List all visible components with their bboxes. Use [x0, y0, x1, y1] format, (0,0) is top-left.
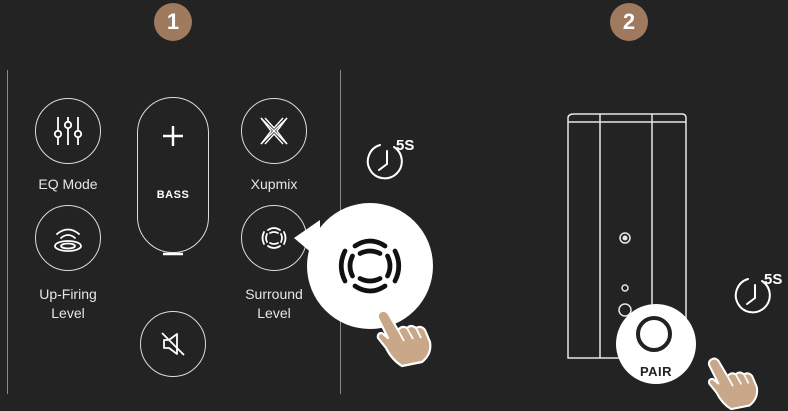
surround-label-line2: Level	[257, 305, 291, 321]
eq-sliders-icon	[53, 117, 83, 145]
eq-mode-button[interactable]	[35, 98, 101, 164]
pair-ring-icon	[636, 316, 672, 352]
step-2-badge: 2	[610, 3, 648, 41]
plus-icon	[163, 126, 183, 146]
xupmix-icon	[260, 117, 288, 145]
timer-step2: 5S	[734, 271, 782, 320]
pointing-hand-icon-2	[707, 357, 759, 411]
upfiring-level-label: Up-Firing Level	[20, 285, 116, 323]
eq-mode-label: EQ Mode	[38, 176, 98, 192]
upfiring-label-line2: Level	[51, 305, 85, 321]
pair-button[interactable]: PAIR	[616, 304, 696, 384]
step-1-badge: 1	[154, 3, 192, 41]
panel-left-divider	[7, 70, 8, 394]
timer-step2-label: 5S	[764, 271, 783, 288]
xupmix-label: Xupmix	[250, 176, 298, 192]
bass-control	[137, 97, 209, 253]
timer-step1: 5S	[366, 137, 414, 186]
upfiring-level-button[interactable]	[35, 205, 101, 271]
bass-plus-button[interactable]	[161, 124, 185, 153]
minus-icon	[163, 252, 183, 256]
pair-label: PAIR	[639, 364, 673, 379]
step-1-number: 1	[166, 9, 180, 34]
upfiring-icon	[54, 228, 82, 252]
step-2-number: 2	[622, 9, 636, 34]
surround-level-label: Surround Level	[226, 285, 322, 323]
mute-icon	[161, 332, 185, 356]
bass-label: BASS	[156, 189, 190, 201]
pointing-hand-icon	[376, 309, 432, 368]
upfiring-label-line1: Up-Firing	[39, 286, 97, 302]
bass-minus-button[interactable]	[161, 244, 185, 269]
timer-step1-label: 5S	[396, 137, 415, 154]
surround-icon	[261, 227, 287, 249]
mute-button[interactable]	[140, 311, 206, 377]
surround-icon-large	[338, 238, 402, 294]
xupmix-button[interactable]	[241, 98, 307, 164]
surround-label-line1: Surround	[245, 286, 303, 302]
